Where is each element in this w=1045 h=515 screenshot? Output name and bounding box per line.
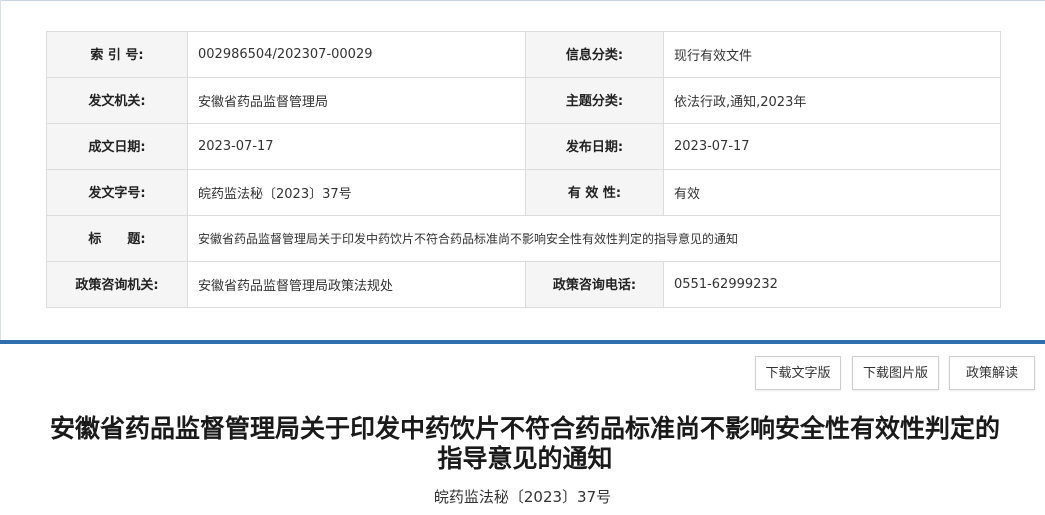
title-value: 安徽省药品监督管理局关于印发中药饮片不符合药品标准尚不影响安全性有效性判定的指导… [187,215,1001,262]
validity-label: 有 效 性: [525,169,664,216]
info-row: 索 引 号: 002986504/202307-00029 信息分类: 现行有效… [46,31,1001,78]
info-row: 标 题: 安徽省药品监督管理局关于印发中药饮片不符合药品标准尚不影响安全性有效性… [46,215,1001,262]
consult-phone-label: 政策咨询电话: [525,261,664,308]
topic-value: 依法行政,通知,2023年 [663,77,1001,124]
consult-org-label: 政策咨询机关: [46,261,188,308]
topic-label: 主题分类: [525,77,664,124]
index-value: 002986504/202307-00029 [187,31,526,78]
info-row: 发文字号: 皖药监法秘〔2023〕37号 有 效 性: 有效 [46,169,1001,216]
consult-org-value: 安徽省药品监督管理局政策法规处 [187,261,526,308]
consult-phone-value: 0551-62999232 [663,261,1001,308]
download-image-button[interactable]: 下载图片版 [852,356,939,390]
info-row: 发文机关: 安徽省药品监督管理局 主题分类: 依法行政,通知,2023年 [46,77,1001,124]
category-label: 信息分类: [525,31,664,78]
issuer-label: 发文机关: [46,77,188,124]
doc-number-label: 发文字号: [46,169,188,216]
validity-value: 有效 [663,169,1001,216]
document-title: 安徽省药品监督管理局关于印发中药饮片不符合药品标准尚不影响安全性有效性判定的指导… [49,414,1000,473]
policy-interpretation-button[interactable]: 政策解读 [949,356,1035,390]
download-text-button[interactable]: 下载文字版 [755,356,841,390]
info-row: 政策咨询机关: 安徽省药品监督管理局政策法规处 政策咨询电话: 0551-629… [46,261,1001,308]
issuer-value: 安徽省药品监督管理局 [187,77,526,124]
left-border [0,0,1,340]
document-number: 皖药监法秘〔2023〕37号 [433,488,612,506]
index-label: 索 引 号: [46,31,188,78]
title-label: 标 题: [46,215,188,262]
section-divider [0,340,1045,344]
top-border [0,0,1045,1]
created-date-value: 2023-07-17 [187,123,526,170]
created-date-label: 成文日期: [46,123,188,170]
document-info-table: 索 引 号: 002986504/202307-00029 信息分类: 现行有效… [46,31,1001,308]
published-date-value: 2023-07-17 [663,123,1001,170]
category-value: 现行有效文件 [663,31,1001,78]
doc-number-value: 皖药监法秘〔2023〕37号 [187,169,526,216]
published-date-label: 发布日期: [525,123,664,170]
info-row: 成文日期: 2023-07-17 发布日期: 2023-07-17 [46,123,1001,170]
